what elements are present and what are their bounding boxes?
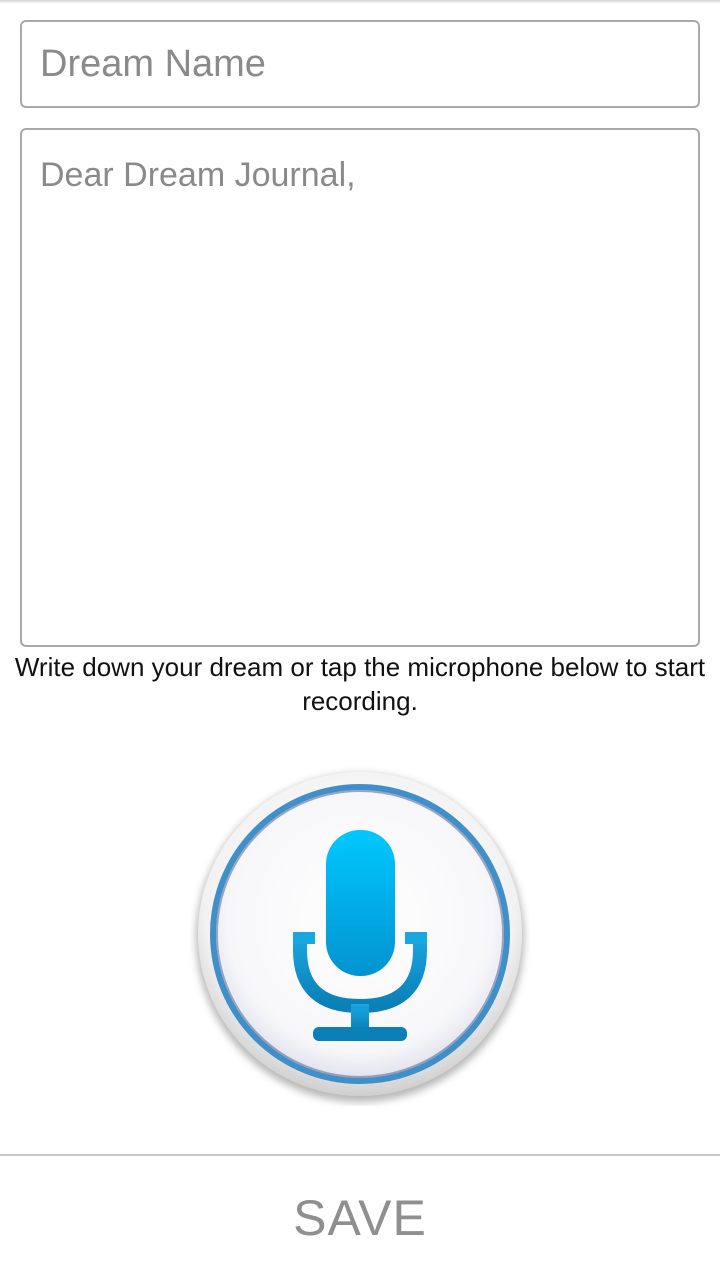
dream-entry-screen: Write down your dream or tap the microph… — [0, 0, 720, 1280]
dream-journal-textarea[interactable] — [20, 128, 700, 647]
save-button[interactable]: SAVE — [0, 1156, 720, 1280]
recording-hint: Write down your dream or tap the microph… — [14, 652, 706, 716]
top-shadow — [0, 0, 720, 3]
dream-name-input[interactable] — [20, 20, 700, 108]
microphone-button[interactable] — [190, 766, 530, 1106]
microphone-icon — [196, 772, 524, 1102]
